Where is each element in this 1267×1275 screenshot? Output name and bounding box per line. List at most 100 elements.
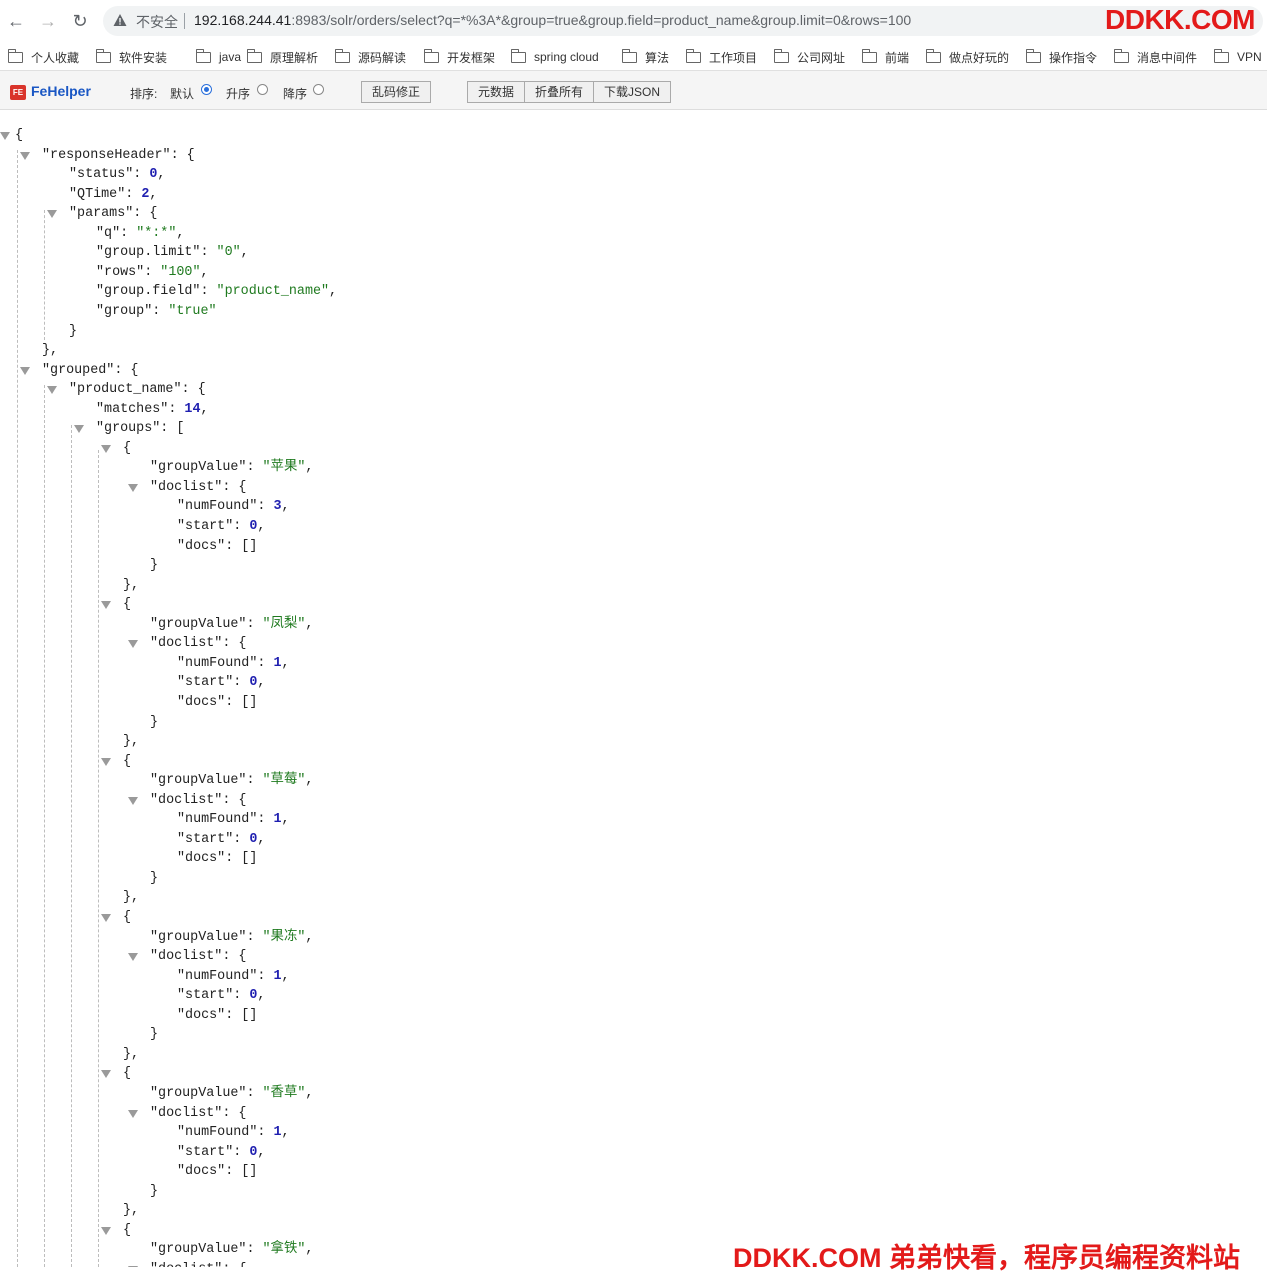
collapse-toggle-icon[interactable]	[128, 640, 138, 649]
bookmark-item[interactable]: 开发框架	[423, 48, 495, 66]
collapse-toggle-icon[interactable]	[47, 210, 57, 219]
json-string: "凤梨"	[262, 616, 306, 632]
bookmark-item[interactable]: 前端	[861, 48, 909, 66]
sort-option-desc-label[interactable]: 降序	[283, 85, 307, 102]
fehelper-toolbar: FE FeHelper 排序: 默认 升序 降序 乱码修正 元数据 折叠所有 下…	[0, 71, 1267, 110]
folder-icon	[685, 48, 701, 63]
bookmark-item[interactable]: 做点好玩的	[925, 48, 1009, 66]
json-line: {	[123, 1064, 131, 1084]
json-punct: :	[168, 401, 185, 417]
collapse-toggle-icon[interactable]	[101, 1070, 111, 1079]
json-punct: ,	[257, 519, 266, 534]
collapse-toggle-icon[interactable]	[128, 796, 138, 805]
json-punct: {	[15, 128, 24, 143]
json-punct: :	[246, 773, 263, 789]
sort-desc-radio[interactable]	[313, 84, 324, 95]
collapse-toggle-icon[interactable]	[74, 425, 84, 434]
json-line: "matches": 14,	[96, 400, 209, 420]
json-line: "rows": "100",	[96, 263, 209, 283]
warning-icon[interactable]	[113, 13, 127, 27]
collapse-toggle-icon[interactable]	[0, 132, 10, 140]
json-number: 14	[184, 401, 201, 417]
collapse-all-button[interactable]: 折叠所有	[524, 81, 594, 103]
back-arrow-icon[interactable]: ←	[5, 10, 27, 32]
folder-icon	[423, 48, 439, 63]
json-line: "groupValue": "苹果",	[150, 458, 313, 478]
json-key: "docs"	[177, 1164, 226, 1180]
address-bar[interactable]: 不安全 192.168.244.41:8983/solr/orders/sele…	[103, 6, 1263, 36]
bookmark-item[interactable]: 个人收藏	[7, 48, 79, 66]
json-punct: {	[123, 1066, 132, 1082]
fix-encoding-button[interactable]: 乱码修正	[361, 81, 431, 103]
json-line: "group.field": "product_name",	[96, 282, 337, 302]
json-punct: : []	[225, 694, 258, 710]
download-json-button[interactable]: 下载JSON	[593, 81, 671, 103]
json-punct: }	[150, 1183, 159, 1199]
json-punct: },	[123, 890, 140, 906]
json-key: "start"	[177, 675, 234, 691]
bookmark-item[interactable]: 算法	[621, 48, 669, 66]
json-punct: :	[200, 284, 217, 300]
collapse-toggle-icon[interactable]	[128, 483, 138, 492]
sort-option-default-label[interactable]: 默认	[170, 85, 194, 102]
json-string: "苹果"	[262, 460, 306, 476]
json-key: "numFound"	[177, 655, 258, 671]
bookmark-item[interactable]: 公司网址	[773, 48, 845, 66]
bookmark-label: 软件安装	[119, 50, 168, 65]
json-punct: :	[257, 499, 274, 515]
sort-default-radio[interactable]	[201, 84, 212, 95]
collapse-toggle-icon[interactable]	[101, 601, 111, 610]
collapse-toggle-icon[interactable]	[20, 151, 30, 160]
insecure-label[interactable]: 不安全	[136, 12, 178, 32]
json-line: "q": "*:*",	[96, 224, 184, 244]
json-key: "grouped"	[42, 362, 115, 378]
bookmark-item[interactable]: 原理解析	[246, 48, 318, 66]
indent-guide	[71, 425, 72, 1267]
bookmark-item[interactable]: VPN	[1213, 48, 1262, 66]
json-line: "grouped": {	[42, 361, 138, 381]
folder-icon	[1113, 48, 1129, 63]
metadata-button[interactable]: 元数据	[467, 81, 525, 103]
folder-icon	[773, 48, 789, 63]
bookmark-item[interactable]: spring cloud	[510, 48, 599, 66]
forward-arrow-icon[interactable]: →	[37, 10, 59, 32]
json-key: "docs"	[177, 538, 226, 554]
collapse-toggle-icon[interactable]	[128, 953, 138, 962]
json-punct: },	[42, 343, 59, 359]
json-punct: ,	[157, 167, 166, 183]
bookmark-label: 操作指令	[1049, 50, 1098, 65]
json-line: }	[150, 1025, 158, 1045]
json-punct: :	[246, 460, 263, 476]
collapse-toggle-icon[interactable]	[20, 366, 30, 375]
bookmark-label: 消息中间件	[1137, 50, 1198, 65]
collapse-toggle-icon[interactable]	[101, 444, 111, 453]
sort-option-asc-label[interactable]: 升序	[226, 85, 250, 102]
collapse-toggle-icon[interactable]	[128, 1109, 138, 1118]
collapse-toggle-icon[interactable]	[101, 1226, 111, 1235]
collapse-toggle-icon[interactable]	[101, 914, 111, 922]
bookmark-item[interactable]: 消息中间件	[1113, 48, 1198, 66]
sort-asc-radio[interactable]	[257, 84, 268, 95]
folder-icon	[510, 48, 526, 63]
collapse-toggle-icon[interactable]	[47, 386, 57, 395]
bookmark-item[interactable]: java	[195, 48, 241, 66]
bookmark-item[interactable]: 软件安装	[95, 48, 168, 66]
json-punct: :	[120, 225, 137, 241]
json-punct: :	[144, 264, 161, 280]
bookmark-item[interactable]: 源码解读	[334, 48, 406, 66]
json-string: "草莓"	[262, 773, 306, 789]
json-punct: :	[152, 303, 169, 319]
json-key: "group.field"	[96, 284, 201, 300]
bookmark-item[interactable]: 工作项目	[685, 48, 757, 66]
json-punct: },	[123, 1046, 140, 1062]
json-key: "docs"	[177, 1007, 226, 1023]
json-line: "numFound": 3,	[177, 497, 290, 517]
reload-icon[interactable]: ↻	[69, 10, 91, 32]
json-key: "numFound"	[177, 499, 258, 515]
bookmark-item[interactable]: 操作指令	[1025, 48, 1098, 66]
json-key: "responseHeader"	[42, 147, 171, 163]
collapse-toggle-icon[interactable]	[101, 757, 111, 766]
json-line: },	[123, 888, 139, 908]
json-key: "doclist"	[150, 479, 223, 495]
url-text[interactable]: 192.168.244.41:8983/solr/orders/select?q…	[194, 12, 911, 28]
